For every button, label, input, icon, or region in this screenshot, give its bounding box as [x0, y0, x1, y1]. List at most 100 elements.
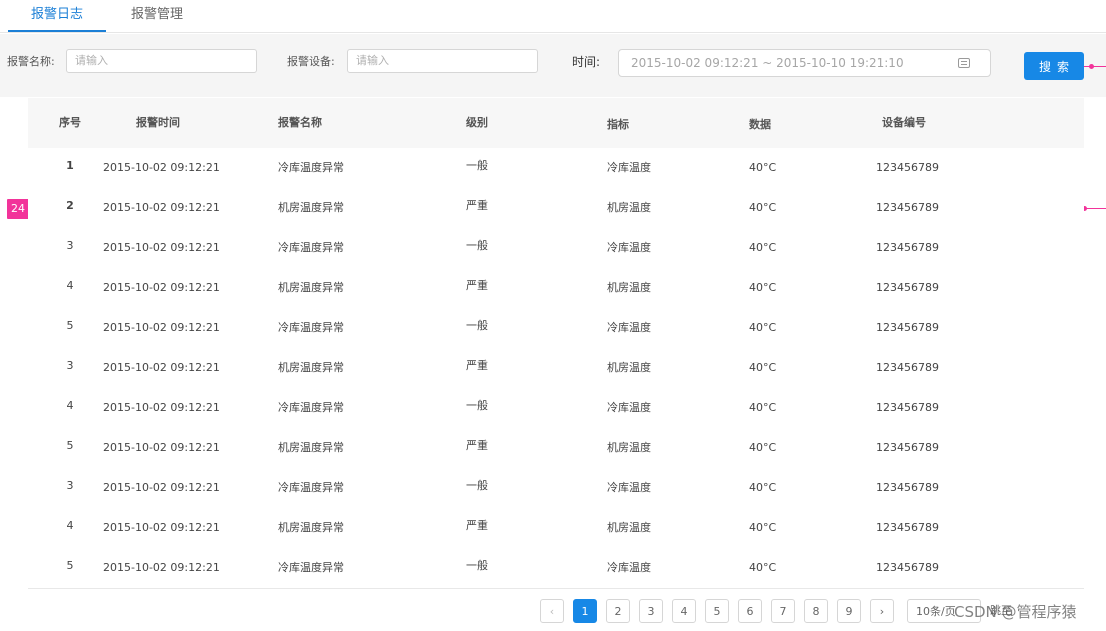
cell-alarm-time: 2015-10-02 09:12:21 — [103, 401, 220, 414]
cell-data: 40°C — [749, 401, 777, 414]
table-row[interactable]: 4 2015-10-02 09:12:21 机房温度异常 严重 机房温度 40°… — [28, 508, 1084, 549]
tab-alarm-log[interactable]: 报警日志 — [8, 0, 106, 32]
pagination-page-1[interactable]: 1 — [573, 599, 597, 623]
pagination-page-8[interactable]: 8 — [804, 599, 828, 623]
alarm-name-label: 报警名称: — [7, 55, 55, 68]
cell-index: 4 — [66, 519, 74, 532]
cell-device-no: 123456789 — [876, 521, 939, 534]
cell-level: 严重 — [466, 279, 488, 292]
header-index: 序号 — [59, 116, 81, 129]
cell-alarm-name: 机房温度异常 — [278, 201, 344, 214]
cell-index: 4 — [66, 279, 74, 292]
table-header: 序号 报警时间 报警名称 级别 指标 数据 设备编号 — [28, 98, 1084, 149]
cell-alarm-time: 2015-10-02 09:12:21 — [103, 241, 220, 254]
cell-alarm-name: 冷库温度异常 — [278, 321, 344, 334]
cell-index: 5 — [66, 559, 74, 572]
alarm-name-input[interactable] — [66, 49, 257, 73]
cell-level: 一般 — [466, 479, 488, 492]
cell-metric: 机房温度 — [607, 521, 651, 534]
cell-alarm-time: 2015-10-02 09:12:21 — [103, 561, 220, 574]
cell-metric: 冷库温度 — [607, 161, 651, 174]
cell-device-no: 123456789 — [876, 361, 939, 374]
cell-device-no: 123456789 — [876, 201, 939, 214]
cell-metric: 机房温度 — [607, 281, 651, 294]
cell-metric: 冷库温度 — [607, 241, 651, 254]
calendar-icon[interactable] — [958, 58, 970, 68]
cell-index: 3 — [66, 239, 74, 252]
cell-index: 3 — [66, 479, 74, 492]
cell-level: 严重 — [466, 519, 488, 532]
cell-data: 40°C — [749, 361, 777, 374]
cell-alarm-time: 2015-10-02 09:12:21 — [103, 361, 220, 374]
alarm-device-label: 报警设备: — [287, 55, 335, 68]
table-row[interactable]: 3 2015-10-02 09:12:21 冷库温度异常 一般 冷库温度 40°… — [28, 228, 1084, 269]
pagination-page-3[interactable]: 3 — [639, 599, 663, 623]
pagination-page-6[interactable]: 6 — [738, 599, 762, 623]
table-row[interactable]: 2 2015-10-02 09:12:21 机房温度异常 严重 机房温度 40°… — [28, 188, 1084, 229]
cell-data: 40°C — [749, 241, 777, 254]
table-row[interactable]: 5 2015-10-02 09:12:21 机房温度异常 严重 机房温度 40°… — [28, 428, 1084, 469]
header-device-no: 设备编号 — [882, 116, 926, 129]
cell-metric: 机房温度 — [607, 361, 651, 374]
cell-level: 一般 — [466, 159, 488, 172]
table-row[interactable]: 1 2015-10-02 09:12:21 冷库温度异常 一般 冷库温度 40°… — [28, 148, 1084, 189]
cell-data: 40°C — [749, 321, 777, 334]
cell-alarm-time: 2015-10-02 09:12:21 — [103, 161, 220, 174]
table-row[interactable]: 4 2015-10-02 09:12:21 机房温度异常 严重 机房温度 40°… — [28, 268, 1084, 309]
pagination-page-7[interactable]: 7 — [771, 599, 795, 623]
cell-device-no: 123456789 — [876, 401, 939, 414]
pagination-page-9[interactable]: 9 — [837, 599, 861, 623]
search-bar: 报警名称: 报警设备: 时间: 2015-10-02 09:12:21 ~ 20… — [0, 34, 1106, 97]
table-row[interactable]: 5 2015-10-02 09:12:21 冷库温度异常 一般 冷库温度 40°… — [28, 548, 1084, 589]
cell-alarm-name: 冷库温度异常 — [278, 481, 344, 494]
cell-device-no: 123456789 — [876, 241, 939, 254]
cell-data: 40°C — [749, 161, 777, 174]
cell-level: 严重 — [466, 439, 488, 452]
cell-level: 一般 — [466, 399, 488, 412]
pagination-page-2[interactable]: 2 — [606, 599, 630, 623]
cell-data: 40°C — [749, 481, 777, 494]
date-range-value: 2015-10-02 09:12:21 ~ 2015-10-10 19:21:1… — [631, 56, 904, 70]
pagination-page-4[interactable]: 4 — [672, 599, 696, 623]
csdn-watermark: CSDN @管程序猿 — [954, 603, 1077, 621]
cell-alarm-time: 2015-10-02 09:12:21 — [103, 481, 220, 494]
cell-alarm-name: 机房温度异常 — [278, 361, 344, 374]
cell-index: 5 — [66, 319, 74, 332]
cell-alarm-time: 2015-10-02 09:12:21 — [103, 201, 220, 214]
cell-device-no: 123456789 — [876, 481, 939, 494]
cell-level: 严重 — [466, 199, 488, 212]
cell-device-no: 123456789 — [876, 321, 939, 334]
cell-index: 5 — [66, 439, 74, 452]
tab-alarm-management[interactable]: 报警管理 — [108, 0, 206, 30]
table-row[interactable]: 3 2015-10-02 09:12:21 机房温度异常 严重 机房温度 40°… — [28, 348, 1084, 389]
cell-alarm-name: 冷库温度异常 — [278, 401, 344, 414]
cell-index: 2 — [66, 199, 74, 212]
cell-alarm-name: 机房温度异常 — [278, 521, 344, 534]
search-button[interactable]: 搜索 — [1024, 52, 1084, 80]
cell-device-no: 123456789 — [876, 161, 939, 174]
cell-alarm-name: 冷库温度异常 — [278, 561, 344, 574]
cell-metric: 冷库温度 — [607, 321, 651, 334]
table-row[interactable]: 5 2015-10-02 09:12:21 冷库温度异常 一般 冷库温度 40°… — [28, 308, 1084, 349]
date-range-picker[interactable]: 2015-10-02 09:12:21 ~ 2015-10-10 19:21:1… — [618, 49, 991, 77]
cell-alarm-time: 2015-10-02 09:12:21 — [103, 281, 220, 294]
cell-level: 严重 — [466, 359, 488, 372]
alarm-device-input[interactable] — [347, 49, 538, 73]
pagination-next-button[interactable]: › — [870, 599, 894, 623]
connector-line-row — [1084, 208, 1106, 209]
header-alarm-time: 报警时间 — [136, 116, 180, 129]
cell-device-no: 123456789 — [876, 561, 939, 574]
cell-metric: 冷库温度 — [607, 561, 651, 574]
cell-data: 40°C — [749, 281, 777, 294]
table-row[interactable]: 4 2015-10-02 09:12:21 冷库温度异常 一般 冷库温度 40°… — [28, 388, 1084, 429]
cell-level: 一般 — [466, 559, 488, 572]
cell-device-no: 123456789 — [876, 441, 939, 454]
chevron-left-icon: ‹ — [549, 605, 555, 618]
table-row[interactable]: 3 2015-10-02 09:12:21 冷库温度异常 一般 冷库温度 40°… — [28, 468, 1084, 509]
connector-line-search — [1084, 66, 1106, 67]
header-alarm-name: 报警名称 — [278, 116, 322, 129]
chevron-right-icon: › — [879, 605, 885, 618]
cell-data: 40°C — [749, 441, 777, 454]
pagination-page-5[interactable]: 5 — [705, 599, 729, 623]
pagination-prev-button[interactable]: ‹ — [540, 599, 564, 623]
